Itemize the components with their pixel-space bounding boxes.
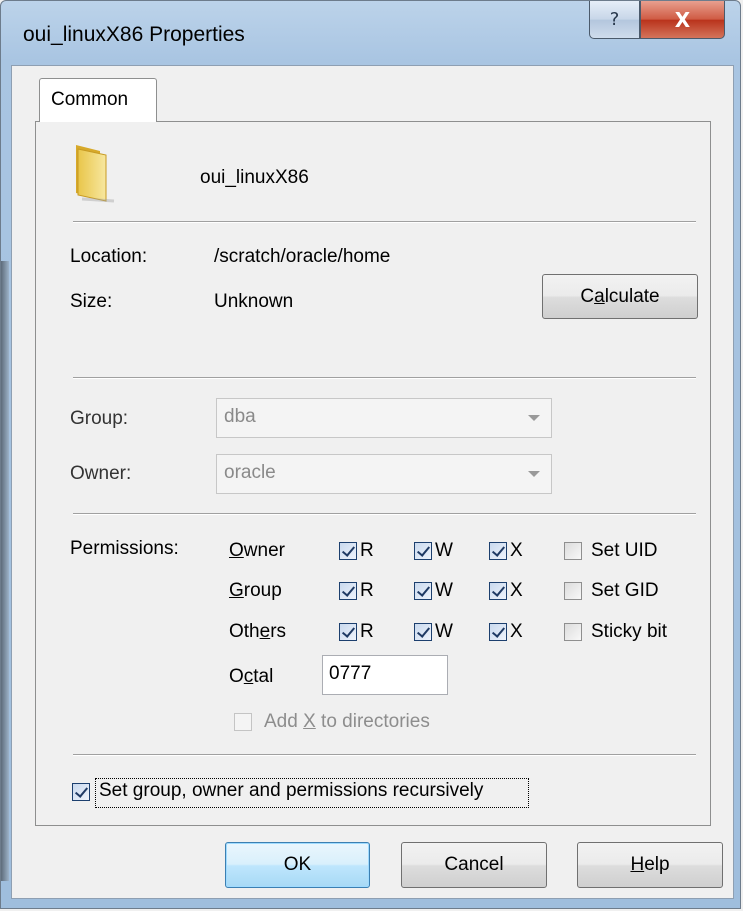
properties-window: oui_linuxX86 Properties ? X Common oui_l… — [0, 0, 741, 909]
set-gid-checkbox[interactable] — [564, 582, 582, 600]
close-icon: X — [674, 7, 691, 32]
perm-row-others-label: Others — [229, 621, 287, 642]
set-uid-label: Set UID — [591, 540, 658, 561]
divider — [73, 754, 696, 756]
recursive-checkbox[interactable] — [72, 783, 90, 801]
size-label: Size: — [70, 291, 113, 312]
owner-read-label: R — [360, 540, 374, 561]
tab-panel-common: oui_linuxX86 Location: /scratch/oracle/h… — [35, 121, 711, 826]
group-label: Group: — [70, 408, 129, 429]
group-exec-label: X — [510, 580, 523, 601]
permissions-label: Permissions: — [70, 538, 179, 559]
calculate-button[interactable]: Ca lculate — [542, 274, 698, 319]
location-label: Location: — [70, 246, 148, 267]
dialog-client: Common oui_linuxX86 Location: /scratch/o… — [11, 65, 734, 899]
chevron-down-icon — [517, 399, 551, 437]
add-x-label: Add X to directories — [264, 711, 430, 732]
owner-write-label: W — [435, 540, 453, 561]
chevron-down-icon — [517, 455, 551, 493]
cancel-button[interactable]: Cancel — [401, 842, 547, 888]
help-button[interactable]: Help — [577, 842, 723, 888]
sticky-bit-checkbox[interactable] — [564, 623, 582, 641]
ok-button[interactable]: OK — [225, 842, 370, 888]
others-read-checkbox[interactable] — [339, 623, 357, 641]
owner-read-checkbox[interactable] — [339, 542, 357, 560]
others-read-label: R — [360, 621, 374, 642]
help-caption-button[interactable]: ? — [589, 1, 640, 39]
owner-select[interactable]: oracle — [216, 454, 552, 494]
recursive-label: Set group, owner and permissions recursi… — [99, 780, 484, 801]
tab-common[interactable]: Common — [39, 78, 157, 122]
sticky-bit-label: Sticky bit — [591, 621, 668, 642]
others-write-checkbox[interactable] — [414, 623, 432, 641]
item-name: oui_linuxX86 — [200, 167, 309, 188]
set-gid-label: Set GID — [591, 580, 659, 601]
others-exec-checkbox[interactable] — [489, 623, 507, 641]
size-value: Unknown — [214, 291, 294, 312]
question-icon: ? — [609, 9, 620, 30]
group-read-label: R — [360, 580, 374, 601]
set-uid-checkbox[interactable] — [564, 542, 582, 560]
owner-label: Owner: — [70, 463, 132, 484]
octal-label: Octal — [229, 666, 274, 687]
owner-exec-checkbox[interactable] — [489, 542, 507, 560]
group-exec-checkbox[interactable] — [489, 582, 507, 600]
octal-input[interactable]: 0777 — [322, 655, 448, 695]
perm-row-group-label: Group — [229, 580, 282, 601]
group-write-label: W — [435, 580, 453, 601]
others-write-label: W — [435, 621, 453, 642]
perm-row-owner-label: Owner — [229, 540, 285, 561]
group-select[interactable]: dba — [216, 398, 552, 438]
close-button[interactable]: X — [640, 1, 725, 39]
folder-icon — [76, 145, 115, 203]
group-write-checkbox[interactable] — [414, 582, 432, 600]
add-x-checkbox[interactable] — [234, 713, 252, 731]
divider — [73, 221, 696, 223]
window-title: oui_linuxX86 Properties — [23, 23, 245, 46]
group-read-checkbox[interactable] — [339, 582, 357, 600]
owner-write-checkbox[interactable] — [414, 542, 432, 560]
divider — [73, 377, 696, 379]
owner-exec-label: X — [510, 540, 523, 561]
location-value: /scratch/oracle/home — [214, 246, 391, 267]
others-exec-label: X — [510, 621, 523, 642]
divider — [73, 513, 696, 515]
